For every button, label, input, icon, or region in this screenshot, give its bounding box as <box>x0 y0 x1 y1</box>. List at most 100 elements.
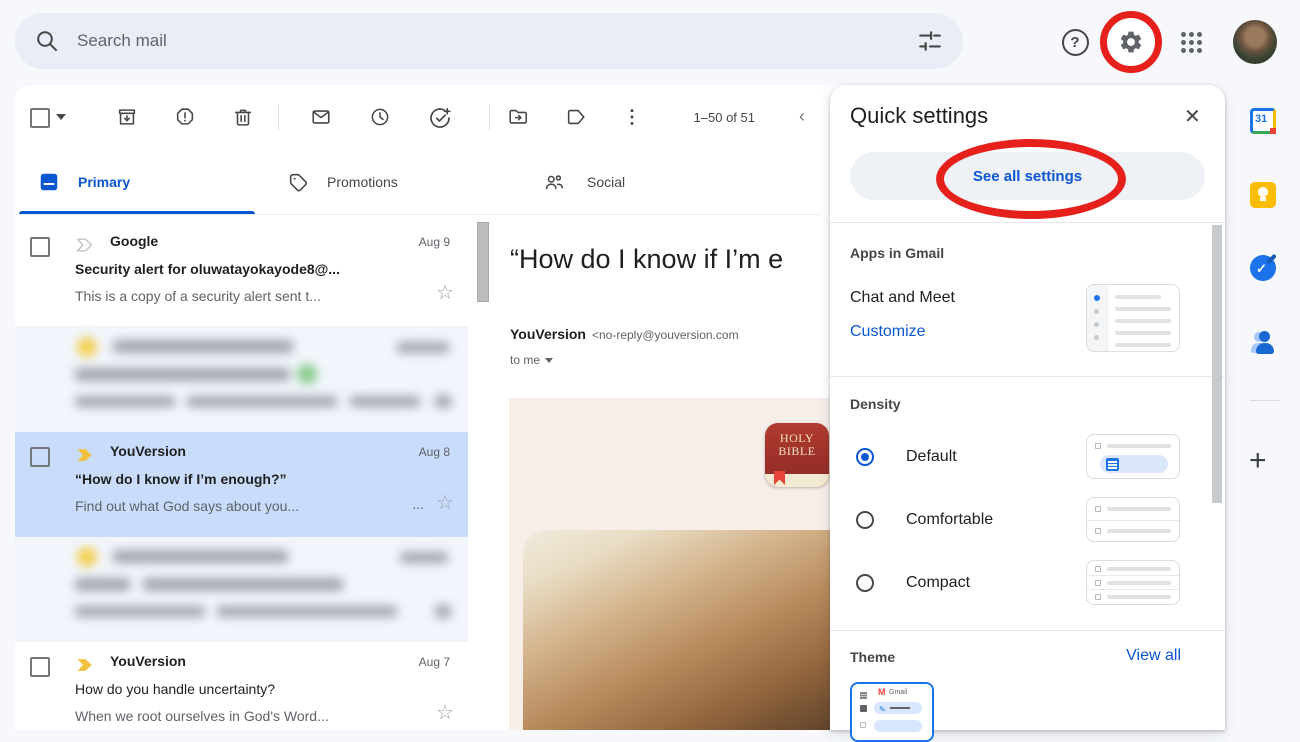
radio-compact[interactable] <box>856 574 874 592</box>
select-all-checkbox[interactable] <box>30 108 50 128</box>
importance-marker-icon[interactable] <box>75 235 95 255</box>
list-scrollbar-thumb[interactable] <box>477 222 489 302</box>
preview-sender-name: YouVersion <box>510 326 586 342</box>
radio-default[interactable] <box>856 448 874 466</box>
density-comfortable-thumbnail <box>1086 497 1180 542</box>
gmail-m-logo: M <box>878 687 886 697</box>
archive-icon[interactable] <box>116 106 138 128</box>
label-icon[interactable] <box>565 106 587 128</box>
snooze-icon[interactable] <box>369 106 391 128</box>
preview-sender-email: <no-reply@youversion.com <box>592 328 739 342</box>
tab-promotions[interactable]: Promotions <box>258 152 501 214</box>
email-checkbox[interactable] <box>30 447 50 467</box>
google-apps-button[interactable] <box>1169 20 1213 64</box>
star-icon[interactable]: ☆ <box>436 493 454 513</box>
select-dropdown-icon[interactable] <box>56 114 66 120</box>
radio-comfortable-label: Comfortable <box>906 511 993 529</box>
toolbar-divider <box>489 104 490 130</box>
mark-read-icon[interactable] <box>310 106 332 128</box>
contacts-icon[interactable] <box>1250 330 1276 356</box>
close-icon[interactable]: ✕ <box>1178 103 1207 130</box>
email-snippet: Find out what God says about you... <box>75 498 299 514</box>
email-row-selected[interactable]: YouVersion Aug 8 “How do I know if I’m e… <box>15 432 468 537</box>
redacted-content <box>15 327 468 431</box>
panel-divider <box>830 630 1225 631</box>
tab-primary[interactable]: Primary <box>15 152 258 214</box>
move-to-icon[interactable] <box>507 106 529 128</box>
chat-and-meet-label: Chat and Meet <box>850 289 955 307</box>
theme-heading: Theme <box>850 649 895 665</box>
preview-recipient[interactable]: to me <box>510 353 553 367</box>
add-to-tasks-icon[interactable] <box>428 106 452 130</box>
apps-in-gmail-heading: Apps in Gmail <box>850 245 944 261</box>
promotions-tag-icon <box>287 171 309 193</box>
report-spam-icon[interactable] <box>174 106 196 128</box>
email-snippet: This is a copy of a security alert sent … <box>75 288 321 304</box>
panel-scrollbar-thumb[interactable] <box>1212 225 1222 503</box>
density-heading: Density <box>850 396 901 412</box>
email-body-photo <box>523 530 860 730</box>
settings-gear-button[interactable] <box>1109 20 1153 64</box>
email-subject: “How do I know if I’m enough?” <box>75 471 287 487</box>
snippet-overflow: ... <box>412 496 424 512</box>
email-snippet: When we root ourselves in God's Word... <box>75 708 329 724</box>
email-date: Aug 9 <box>419 235 450 249</box>
bible-app-icon: HOLYBIBLE <box>765 423 829 487</box>
redacted-content <box>15 537 468 641</box>
keep-icon[interactable] <box>1250 182 1276 208</box>
email-checkbox[interactable] <box>30 237 50 257</box>
show-details-icon[interactable] <box>545 358 553 363</box>
tabs-divider <box>15 214 820 215</box>
theme-thumbnail-selected[interactable]: M Gmail ✎ <box>850 682 934 742</box>
customize-link[interactable]: Customize <box>850 323 926 341</box>
importance-marker-icon[interactable] <box>75 445 95 465</box>
search-options-icon[interactable] <box>917 28 943 54</box>
panel-divider <box>830 222 1225 223</box>
theme-view-all-link[interactable]: View all <box>1100 647 1181 665</box>
email-row[interactable]: YouVersion Aug 7 How do you handle uncer… <box>15 642 468 730</box>
social-people-icon <box>543 171 565 193</box>
search-bar[interactable]: Search mail <box>15 13 963 69</box>
density-compact-thumbnail <box>1086 560 1180 605</box>
more-options-icon[interactable] <box>621 106 643 128</box>
chat-meet-thumbnail <box>1086 284 1180 352</box>
email-sender: YouVersion <box>110 443 186 459</box>
see-all-settings-button[interactable]: See all settings <box>850 152 1205 200</box>
preview-sender-line: YouVersion <no-reply@youversion.com <box>510 326 739 344</box>
search-input[interactable]: Search mail <box>77 31 917 51</box>
tab-label: Primary <box>78 174 130 190</box>
tab-label: Social <box>587 174 625 190</box>
help-button[interactable]: ? <box>1053 20 1097 64</box>
quick-settings-title: Quick settings <box>850 103 988 129</box>
panel-divider <box>830 376 1225 377</box>
toolbar-divider <box>278 104 279 130</box>
importance-marker-icon[interactable] <box>75 655 95 675</box>
radio-default-label: Default <box>906 448 957 466</box>
email-row[interactable]: Google Aug 9 Security alert for oluwatay… <box>15 222 468 327</box>
radio-comfortable[interactable] <box>856 511 874 529</box>
pagination-label: 1–50 of 51 <box>650 110 755 125</box>
email-row-redacted[interactable] <box>15 327 468 432</box>
apps-grid-icon <box>1181 32 1202 53</box>
get-add-ons-plus-icon[interactable]: + <box>1249 444 1267 478</box>
tab-social[interactable]: Social <box>501 152 744 214</box>
tasks-icon[interactable]: ✓ <box>1250 255 1276 281</box>
email-row-redacted[interactable] <box>15 537 468 642</box>
tab-label: Promotions <box>327 174 398 190</box>
email-subject: How do you handle uncertainty? <box>75 681 275 697</box>
density-default-thumbnail <box>1086 434 1180 479</box>
delete-icon[interactable] <box>232 106 254 128</box>
search-icon[interactable] <box>35 29 59 53</box>
star-icon[interactable]: ☆ <box>436 703 454 723</box>
email-date: Aug 8 <box>419 445 450 459</box>
email-sender: Google <box>110 233 158 249</box>
email-checkbox[interactable] <box>30 657 50 677</box>
preview-subject: “How do I know if I’m e <box>510 244 783 275</box>
newer-page-chevron[interactable]: ‹ <box>799 106 805 127</box>
help-icon: ? <box>1062 29 1089 56</box>
calendar-icon[interactable]: 31 <box>1250 108 1276 134</box>
star-icon[interactable]: ☆ <box>436 283 454 303</box>
email-subject: Security alert for oluwatayokayode8@... <box>75 261 340 277</box>
account-avatar[interactable] <box>1233 20 1277 64</box>
gmail-app: Search mail ? 1–50 of 51 ‹ Primary Promo… <box>0 0 1300 730</box>
